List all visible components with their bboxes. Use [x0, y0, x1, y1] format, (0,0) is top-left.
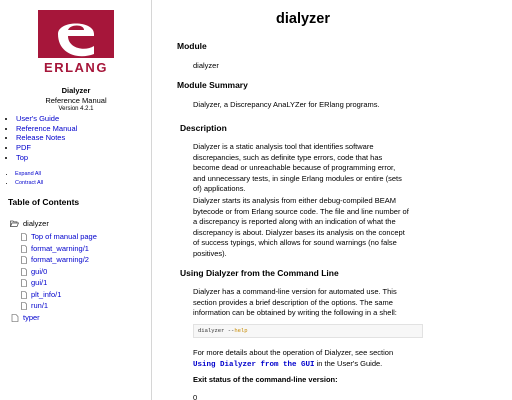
code-flag: help — [234, 327, 248, 334]
expand-all-item: Expand All — [15, 170, 43, 179]
toc-link-format-warning-1[interactable]: format_warning/1 — [31, 244, 89, 253]
page-icon — [11, 313, 19, 322]
nav-item-users-guide: User's Guide — [16, 114, 77, 124]
page-icon — [21, 301, 27, 310]
contract-all-item: Contract All — [15, 179, 43, 188]
text-line: information can be obtained by writing t… — [193, 308, 397, 317]
page-icon — [21, 290, 27, 299]
page-icon — [21, 278, 27, 287]
toc-item[interactable]: gui/0 — [21, 267, 47, 276]
toc-item[interactable]: gui/1 — [21, 278, 47, 287]
exit-status-heading: Exit status of the command-line version: — [193, 375, 338, 384]
cli-paragraph: Dialyzer has a command-line version for … — [193, 287, 425, 319]
description-paragraph-1: Dialyzer is a static analysis tool that … — [193, 142, 425, 195]
toc-item[interactable]: Top of manual page — [21, 232, 97, 241]
top-link[interactable]: Top — [16, 153, 28, 162]
toc-module-dialyzer[interactable]: dialyzer — [10, 219, 49, 228]
toc-item[interactable]: format_warning/1 — [21, 244, 89, 253]
toc-link-gui-1[interactable]: gui/1 — [31, 278, 47, 287]
nav-item-pdf: PDF — [16, 143, 77, 153]
toc-module-label: dialyzer — [23, 219, 49, 228]
page-icon — [21, 267, 27, 276]
open-folder-icon — [10, 220, 19, 227]
left-navigation: ERLANG Dialyzer Reference Manual Version… — [0, 0, 152, 400]
description-heading: Description — [180, 123, 227, 133]
release-notes-link[interactable]: Release Notes — [16, 133, 65, 142]
page-icon — [21, 244, 27, 253]
nav-item-top: Top — [16, 153, 77, 163]
text-line: Dialyzer is a static analysis tool that … — [193, 142, 374, 151]
code-block[interactable]: dialyzer --help — [193, 324, 423, 338]
page-title: dialyzer — [276, 11, 330, 27]
gui-section-link[interactable]: Using Dialyzer from the GUI — [193, 361, 315, 369]
more-details-line: Using Dialyzer from the GUI in the User'… — [193, 359, 425, 371]
text-line: of) applications. — [193, 184, 246, 193]
nav-links: User's Guide Reference Manual Release No… — [8, 114, 77, 163]
toc-item[interactable]: format_warning/2 — [21, 255, 89, 264]
erlang-logo[interactable]: ERLANG — [38, 10, 114, 76]
more-details-prefix: For more details about the operation of … — [193, 348, 394, 357]
summary-heading: Module Summary — [177, 80, 248, 90]
page-icon — [21, 232, 27, 241]
module-name: dialyzer — [193, 61, 219, 70]
text-line: positives). — [193, 248, 227, 258]
contract-all-link[interactable]: Contract All — [15, 180, 43, 186]
app-name: Dialyzer — [61, 86, 91, 95]
text-line: a discrepancy is reported along with an … — [193, 217, 396, 226]
text-line: Dialyzer starts its analysis from either… — [193, 196, 396, 205]
text-line: section provides a brief description of … — [193, 297, 393, 307]
toc-item[interactable]: run/1 — [21, 301, 48, 310]
text-line: Dialyzer has a command-line version for … — [193, 287, 397, 296]
manual-title: Reference Manual — [45, 96, 107, 105]
cli-heading: Using Dialyzer from the Command Line — [180, 268, 339, 278]
text-line: bytecode or from Erlang source code. The… — [193, 206, 409, 216]
expand-controls: Expand All Contract All — [8, 170, 43, 188]
toc-link-run-1[interactable]: run/1 — [31, 301, 48, 310]
expand-all-link[interactable]: Expand All — [15, 171, 41, 177]
toc-title: Table of Contents — [8, 197, 80, 207]
pdf-link[interactable]: PDF — [16, 143, 31, 152]
exit-code-zero: 0 — [193, 393, 198, 400]
more-details-suffix: in the User's Guide. — [314, 358, 383, 368]
reference-manual-link[interactable]: Reference Manual — [16, 124, 77, 133]
toc-link-format-warning-2[interactable]: format_warning/2 — [31, 255, 89, 264]
toc-link-typer[interactable]: typer — [23, 313, 40, 322]
toc-link-gui-0[interactable]: gui/0 — [31, 267, 47, 276]
nav-item-release-notes: Release Notes — [16, 133, 77, 143]
text-line: of success typings, which allows for sou… — [193, 238, 397, 247]
toc-link-top-of-page[interactable]: Top of manual page — [31, 232, 97, 241]
module-heading: Module — [177, 41, 207, 51]
toc-link-plt-info-1[interactable]: plt_info/1 — [31, 290, 61, 299]
users-guide-link[interactable]: User's Guide — [16, 114, 59, 123]
summary-text: Dialyzer, a Discrepancy AnaLYZer for ERl… — [193, 100, 380, 109]
toc-item[interactable]: plt_info/1 — [21, 290, 61, 299]
logo-wordmark: ERLANG — [44, 60, 108, 75]
text-line: become dead or unreachable because of pr… — [193, 163, 396, 172]
more-details-paragraph: For more details about the operation of … — [193, 348, 425, 370]
text-line: discrepancies, such as definite type err… — [193, 152, 383, 162]
nav-item-reference-manual: Reference Manual — [16, 124, 77, 134]
main-content: dialyzer Module dialyzer Module Summary … — [153, 0, 512, 400]
text-line: and unnecessary tests, in single Erlang … — [193, 173, 402, 183]
code-command: dialyzer -- — [198, 327, 235, 334]
description-paragraph-2: Dialyzer starts its analysis from either… — [193, 196, 425, 259]
version-label: Version 4.2.1 — [58, 106, 94, 112]
page-icon — [21, 255, 27, 264]
toc-module-typer[interactable]: typer — [11, 313, 40, 322]
text-line: discrepancy is about. Dialyzer bases its… — [193, 227, 405, 237]
